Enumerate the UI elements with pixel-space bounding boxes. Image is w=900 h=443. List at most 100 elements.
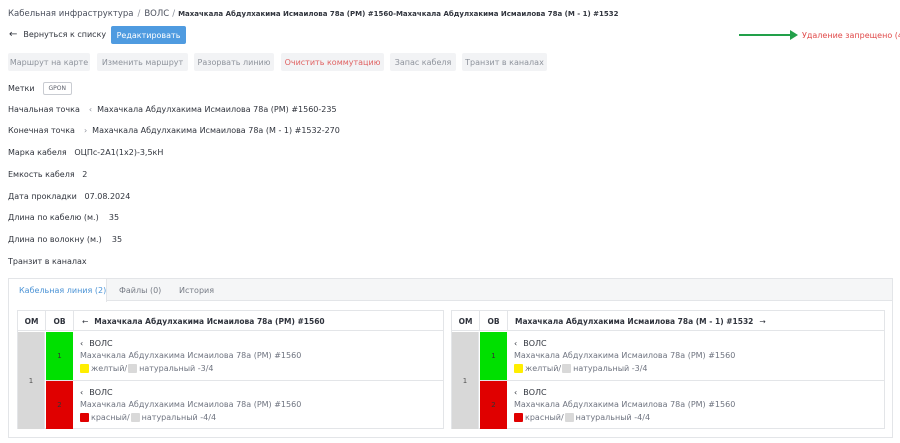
fiber-type[interactable]: ВОЛС bbox=[523, 388, 546, 397]
chevron-right-icon: › bbox=[83, 126, 88, 135]
cable-brand-field: Марка кабеля ОЦПс-2А1(1х2)-3,5кН bbox=[8, 148, 163, 157]
left-splice-table: ОМ ОВ ← Махачкала Абдулхакима Исмаилова … bbox=[17, 310, 444, 429]
breadcrumb-section[interactable]: ВОЛС bbox=[144, 9, 169, 19]
left-node-name: Махачкала Абдулхакима Исмаилова 78а (РМ)… bbox=[94, 316, 325, 326]
ov-cell-red: 2 bbox=[46, 381, 73, 429]
back-to-list-label: Вернуться к списку bbox=[23, 30, 107, 39]
tab-bar: Кабельная линия (2) Файлы (0) История bbox=[9, 279, 892, 302]
breadcrumb-root[interactable]: Кабельная инфраструктура bbox=[8, 9, 133, 19]
om-cell: 1 bbox=[452, 332, 479, 429]
right-table-title[interactable]: Махачкала Абдулхакима Исмаилова 78а (М -… bbox=[515, 311, 766, 331]
natural-swatch bbox=[130, 412, 140, 422]
transit-label: Транзит в каналах bbox=[8, 257, 87, 266]
natural-swatch bbox=[564, 412, 574, 422]
fiber-entry: ‹ ВОЛС Махачкала Абдулхакима Исмаилова 78… bbox=[514, 337, 735, 375]
red-swatch bbox=[80, 412, 89, 422]
table-header: ОМ ОВ ← Махачкала Абдулхакима Исмаилова … bbox=[18, 311, 443, 331]
cable-capacity-label: Емкость кабеля bbox=[8, 170, 75, 179]
yellow-swatch bbox=[80, 363, 89, 373]
ov-cell-green: 1 bbox=[480, 332, 507, 380]
fiber-entry: ‹ ВОЛС Махачкала Абдулхакима Исмаилова 78… bbox=[514, 386, 735, 424]
fiber-length-value: 35 bbox=[111, 235, 123, 244]
red-swatch bbox=[514, 412, 523, 422]
start-point-field: Начальная точка ‹ Махачкала Абдулхакима Ис… bbox=[8, 105, 337, 114]
cable-length-field: Длина по кабелю (м.) 35 bbox=[8, 213, 119, 222]
end-point-label: Конечная точка bbox=[8, 126, 75, 135]
arrow-left-icon: ← bbox=[9, 28, 18, 40]
left-table-title[interactable]: ← Махачкала Абдулхакима Исмаилова 78а (Р… bbox=[82, 311, 325, 331]
tags-label: Метки bbox=[8, 84, 35, 93]
fiber-color-2: натуральный -4/4 bbox=[575, 412, 651, 422]
chevron-left-icon: ‹ bbox=[80, 338, 84, 348]
fiber-color-1: красный/ bbox=[525, 412, 564, 422]
fiber-color-2: натуральный -3/4 bbox=[139, 363, 214, 373]
break-line-button[interactable]: Разорвать линию bbox=[194, 53, 274, 71]
fiber-color-1: желтый/ bbox=[525, 363, 562, 373]
cable-brand-label: Марка кабеля bbox=[8, 148, 67, 157]
transit-in-channels-button[interactable]: Транзит в каналах bbox=[462, 53, 547, 71]
tab-history[interactable]: История bbox=[179, 279, 214, 301]
cable-reserve-button[interactable]: Запас кабеля bbox=[390, 53, 456, 71]
delete-denied-link[interactable]: Удаление запрещено (4) bbox=[802, 31, 900, 40]
laying-date-value: 07.08.2024 bbox=[84, 192, 131, 201]
cable-brand-value: ОЦПс-2А1(1х2)-3,5кН bbox=[74, 148, 164, 157]
fiber-node: Махачкала Абдулхакима Исмаилова 78а (РМ)… bbox=[514, 350, 736, 360]
fiber-type[interactable]: ВОЛС bbox=[89, 339, 112, 348]
chevron-left-icon: ‹ bbox=[514, 338, 518, 348]
laying-date-field: Дата прокладки 07.08.2024 bbox=[8, 192, 130, 201]
clear-switching-button[interactable]: Очистить коммутацию bbox=[281, 53, 384, 71]
back-to-list-link[interactable]: ← Вернуться к списку bbox=[9, 28, 107, 40]
start-point-value[interactable]: Махачкала Абдулхакима Исмаилова 78а (РМ)… bbox=[97, 105, 336, 114]
yellow-swatch bbox=[514, 363, 523, 373]
change-route-button[interactable]: Изменить маршрут bbox=[97, 53, 188, 71]
breadcrumb-separator: / bbox=[172, 9, 176, 19]
transit-field: Транзит в каналах bbox=[8, 257, 87, 266]
route-on-map-button[interactable]: Маршрут на карте bbox=[8, 53, 90, 71]
end-point-field: Конечная точка › Махачкала Абдулхакима Исм… bbox=[8, 126, 340, 135]
fiber-color-1: желтый/ bbox=[91, 363, 128, 373]
fiber-entry: ‹ ВОЛС Махачкала Абдулхакима Исмаилова 78… bbox=[80, 337, 301, 375]
om-header: ОМ bbox=[452, 311, 480, 331]
table-header: ОМ ОВ Махачкала Абдулхакима Исмаилова 78… bbox=[452, 311, 884, 331]
tab-cable-line[interactable]: Кабельная линия (2) bbox=[9, 279, 107, 302]
breadcrumb-separator: / bbox=[137, 9, 141, 19]
cable-capacity-value: 2 bbox=[82, 170, 88, 179]
tags-field: Метки GPON bbox=[8, 82, 72, 95]
ov-cell-red: 2 bbox=[480, 381, 507, 429]
cable-length-label: Длина по кабелю (м.) bbox=[8, 213, 99, 222]
right-node-name: Махачкала Абдулхакима Исмаилова 78а (М -… bbox=[515, 316, 754, 326]
breadcrumb-current: Махачкала Абдулхакима Исмаилова 78а (РМ)… bbox=[178, 10, 619, 18]
edit-button[interactable]: Редактировать bbox=[111, 26, 186, 44]
fiber-color-2: натуральный -4/4 bbox=[141, 412, 217, 422]
fiber-type[interactable]: ВОЛС bbox=[89, 388, 112, 397]
om-cell: 1 bbox=[18, 332, 45, 429]
arrow-right-icon: → bbox=[759, 316, 766, 326]
ov-header: ОВ bbox=[480, 311, 508, 331]
fiber-length-field: Длина по волокну (м.) 35 bbox=[8, 235, 122, 244]
end-point-value[interactable]: Махачкала Абдулхакима Исмаилова 78а (М -… bbox=[92, 126, 340, 135]
natural-swatch bbox=[562, 363, 572, 373]
cable-capacity-field: Емкость кабеля 2 bbox=[8, 170, 87, 179]
fiber-node: Махачкала Абдулхакима Исмаилова 78а (РМ)… bbox=[80, 399, 302, 409]
right-splice-table: ОМ ОВ Махачкала Абдулхакима Исмаилова 78… bbox=[451, 310, 885, 429]
om-header: ОМ bbox=[18, 311, 46, 331]
chevron-left-icon: ‹ bbox=[80, 387, 84, 397]
row-divider bbox=[46, 380, 443, 381]
natural-swatch bbox=[128, 363, 138, 373]
fiber-type[interactable]: ВОЛС bbox=[523, 339, 546, 348]
fiber-color-1: красный/ bbox=[91, 412, 130, 422]
fiber-node: Махачкала Абдулхакима Исмаилова 78а (РМ)… bbox=[80, 350, 302, 360]
row-divider bbox=[480, 380, 884, 381]
green-arrow-icon bbox=[739, 30, 798, 40]
arrow-left-icon: ← bbox=[82, 316, 89, 326]
start-point-label: Начальная точка bbox=[8, 105, 80, 114]
cable-length-value: 35 bbox=[108, 213, 120, 222]
fiber-color-2: натуральный -3/4 bbox=[573, 363, 648, 373]
fiber-length-label: Длина по волокну (м.) bbox=[8, 235, 102, 244]
fiber-node: Махачкала Абдулхакима Исмаилова 78а (РМ)… bbox=[514, 399, 736, 409]
gpon-tag: GPON bbox=[42, 82, 72, 95]
ov-cell-green: 1 bbox=[46, 332, 73, 380]
fiber-entry: ‹ ВОЛС Махачкала Абдулхакима Исмаилова 78… bbox=[80, 386, 301, 424]
ov-header: ОВ bbox=[46, 311, 74, 331]
tab-files[interactable]: Файлы (0) bbox=[119, 279, 161, 301]
